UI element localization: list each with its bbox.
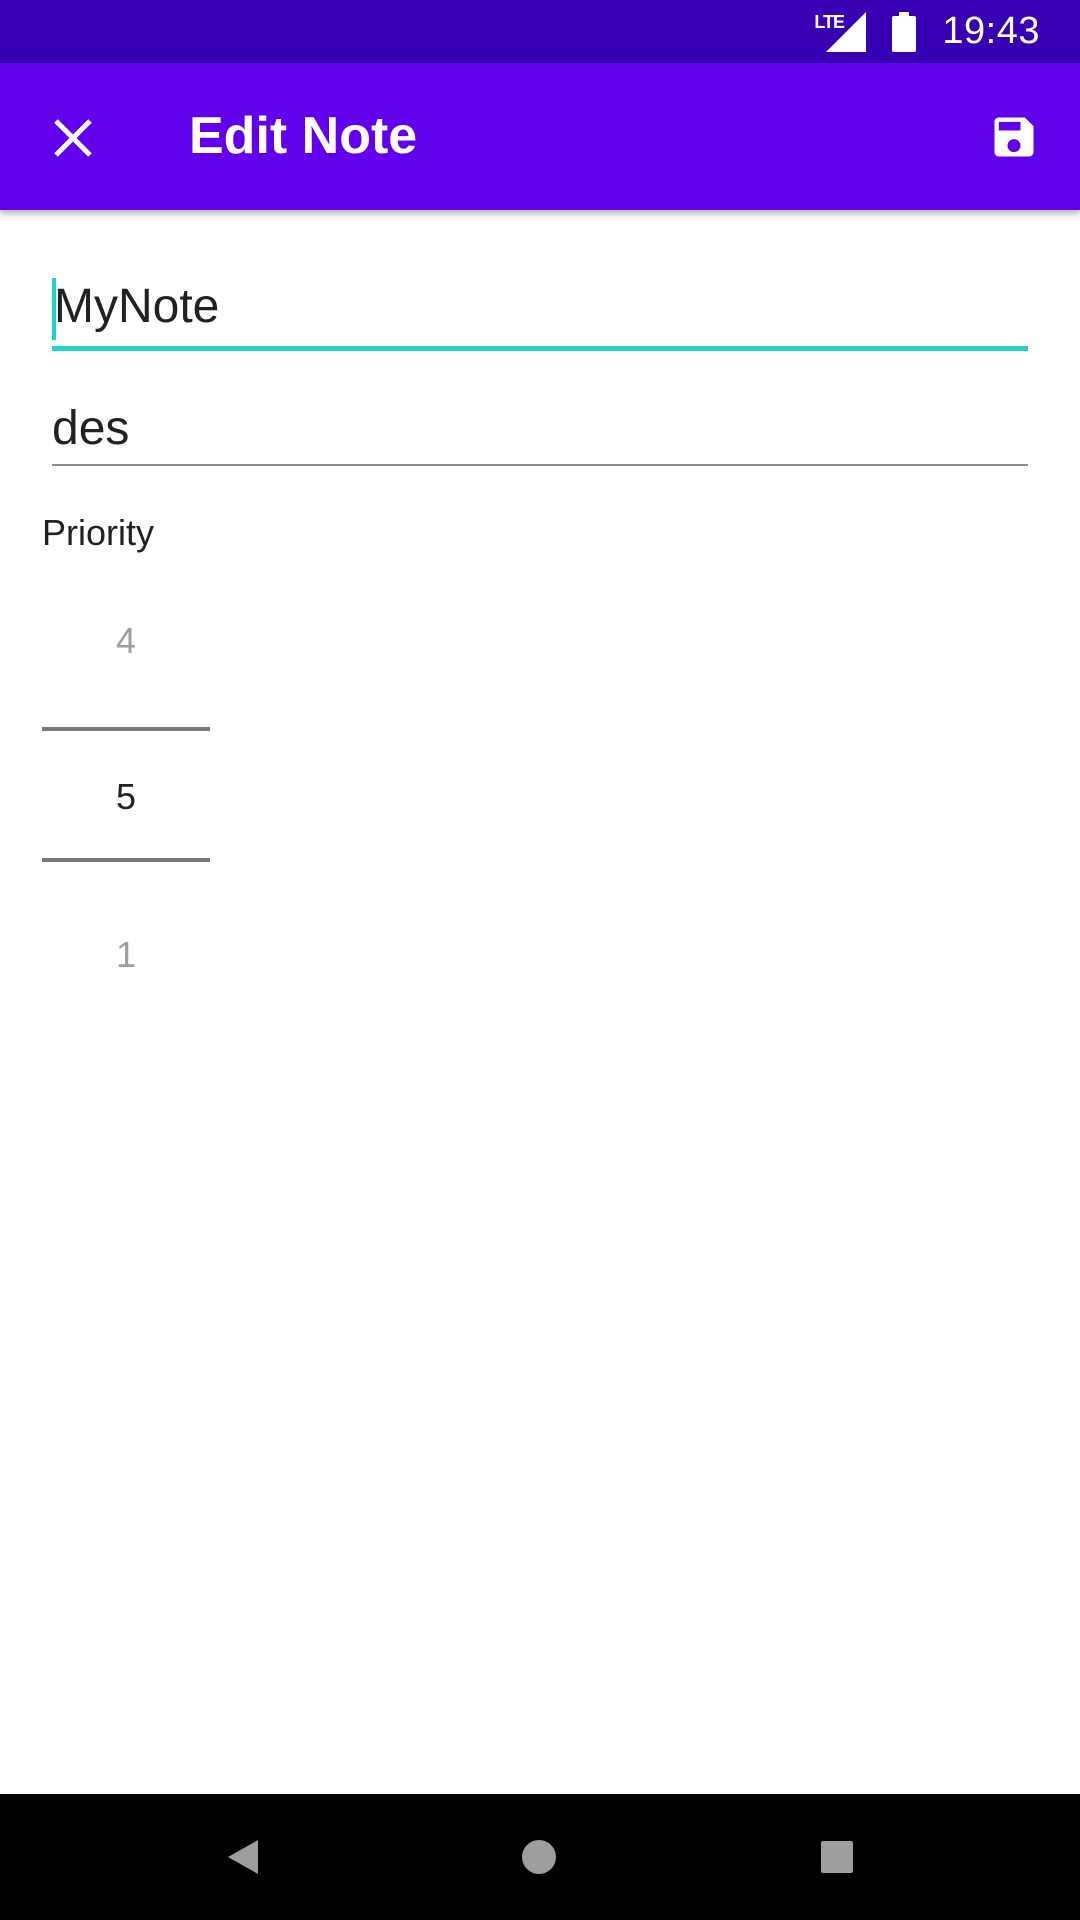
priority-label: Priority [42,512,155,553]
battery-icon [892,11,917,52]
home-icon [522,1840,556,1874]
title-input[interactable] [52,272,1028,342]
system-navigation-bar [0,1794,1080,1920]
close-icon [54,119,92,157]
status-icons: LTE 19:43 [814,0,1040,63]
close-button[interactable] [38,103,108,173]
title-input-underline-focused [52,346,1028,351]
save-icon [994,117,1034,157]
picker-divider-bottom [42,858,210,862]
back-icon [228,1840,258,1874]
status-clock: 19:43 [942,10,1040,52]
status-bar: LTE 19:43 [0,0,1080,63]
text-cursor [52,278,56,340]
description-field[interactable] [52,394,1028,466]
picker-divider-top [42,727,210,731]
page-title: Edit Note [189,107,418,165]
description-input[interactable] [52,394,1028,464]
title-field[interactable] [52,272,1028,351]
signal-strength-icon [826,11,867,52]
description-input-underline [52,464,1028,466]
lte-signal-icon: LTE [814,11,867,52]
picker-next-value[interactable]: 1 [42,934,210,976]
picker-previous-value[interactable]: 4 [42,620,210,662]
recents-button[interactable] [807,1827,867,1887]
priority-number-picker[interactable]: 4 5 1 [42,590,210,1000]
save-button[interactable] [976,99,1052,175]
picker-current-value[interactable]: 5 [42,776,210,818]
recents-icon [821,1841,853,1873]
edit-note-screen: LTE 19:43 Edit Note MyNote des Priority … [0,0,1080,1920]
home-button[interactable] [509,1827,569,1887]
app-bar: Edit Note [0,63,1080,210]
back-button[interactable] [212,1827,272,1887]
